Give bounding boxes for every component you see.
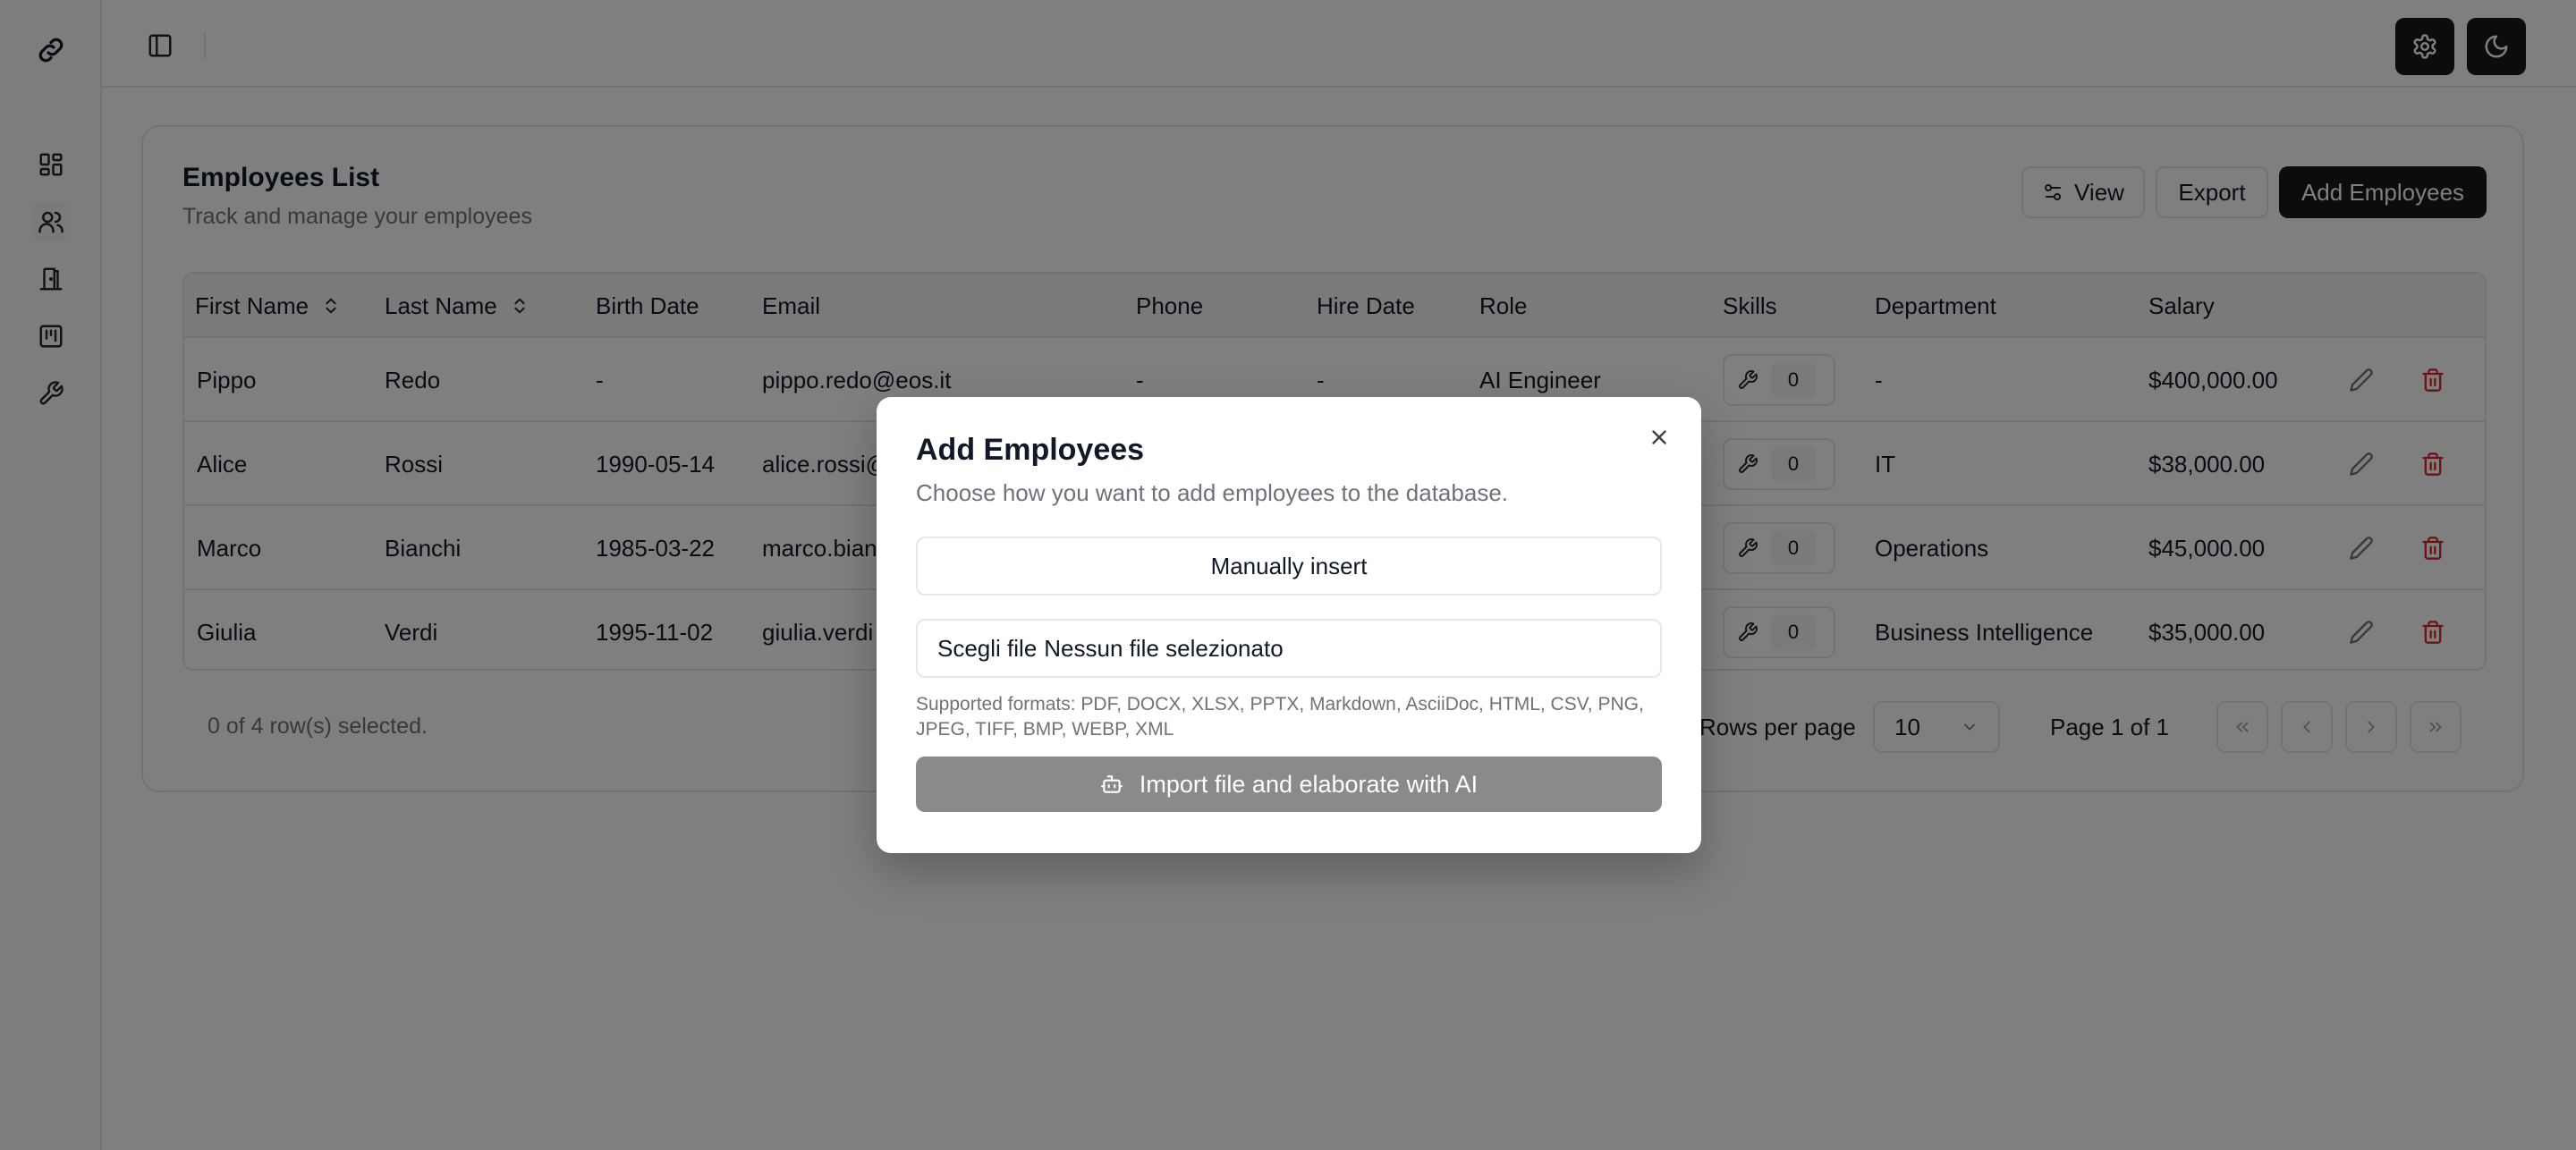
close-button[interactable] bbox=[1644, 422, 1674, 452]
dialog-description: Choose how you want to add employees to … bbox=[916, 479, 1508, 506]
import-ai-button[interactable]: Import file and elaborate with AI bbox=[916, 757, 1662, 812]
dialog-title: Add Employees bbox=[916, 433, 1145, 467]
choose-file-button[interactable]: Scegli file bbox=[937, 635, 1037, 663]
add-employees-dialog: Add Employees Choose how you want to add… bbox=[877, 397, 1701, 853]
no-file-label: Nessun file selezionato bbox=[1044, 634, 1284, 662]
close-icon bbox=[1652, 430, 1666, 444]
manual-insert-button[interactable]: Manually insert bbox=[916, 537, 1662, 596]
file-input[interactable]: Scegli file Nessun file selezionato bbox=[916, 619, 1662, 678]
manual-insert-label: Manually insert bbox=[1210, 552, 1368, 579]
bot-icon bbox=[1100, 775, 1123, 793]
supported-formats-text: Supported formats: PDF, DOCX, XLSX, PPTX… bbox=[916, 694, 1644, 740]
import-ai-label: Import file and elaborate with AI bbox=[1139, 770, 1479, 798]
